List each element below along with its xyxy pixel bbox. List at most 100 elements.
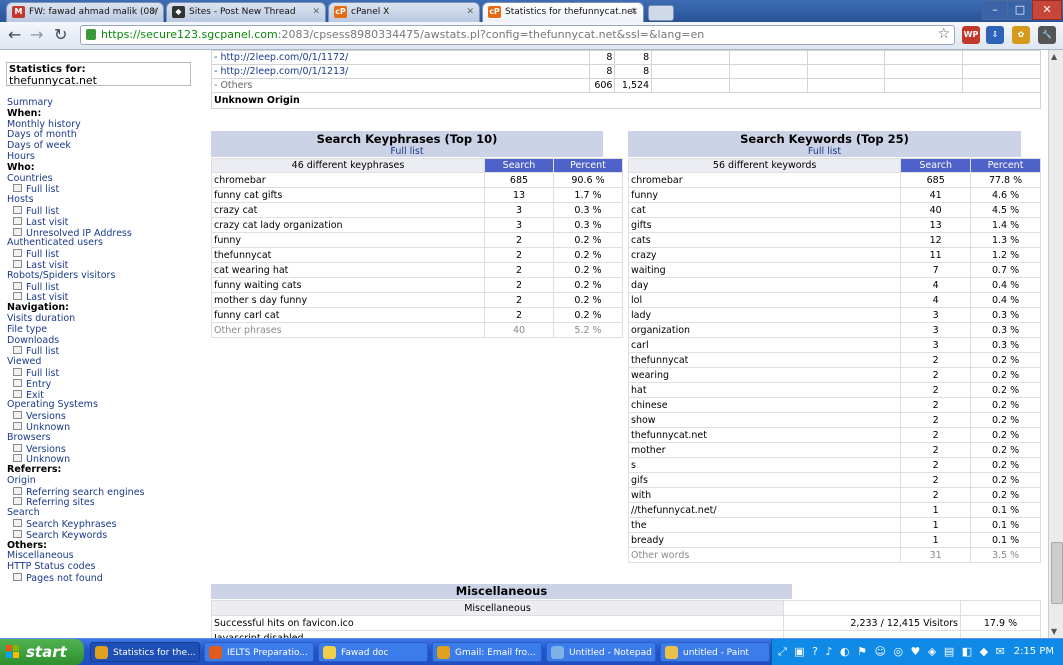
col-search: Search xyxy=(484,158,554,173)
sidebar-item-http-status-codes[interactable]: HTTP Status codes xyxy=(7,561,207,573)
start-button[interactable]: start xyxy=(0,639,84,665)
referrer-url[interactable]: - http://2leep.com/0/1/1172/ xyxy=(211,50,590,65)
referrers-table: - http://2leep.com/0/1/1172/8 8- http://2… xyxy=(211,50,1041,109)
maximize-button[interactable]: □ xyxy=(1007,0,1033,20)
sidebar-item-pages-not-found[interactable]: Pages not found xyxy=(7,573,207,584)
sidebar-item-full-list[interactable]: Full list xyxy=(7,367,207,379)
table-row: Unknown Origin xyxy=(211,92,1041,109)
page-scrollbar[interactable]: ▲ ▼ xyxy=(1048,50,1063,638)
taskbar-task[interactable]: Gmail: Email fro... xyxy=(432,642,542,662)
term-cell: crazy xyxy=(627,247,902,263)
keywords-table: 56 different keywords Search Percent chrome… xyxy=(627,158,1041,563)
sidebar-item-entry[interactable]: Entry xyxy=(7,378,207,390)
url-host: https://secure123.sgcpanel.com xyxy=(101,28,278,41)
table-row: chromebar 685 90.6 % xyxy=(211,172,623,188)
tab-sites[interactable]: ◆ Sites - Post New Thread ✕ xyxy=(166,2,326,22)
sidebar-item-viewed[interactable]: Viewed xyxy=(7,356,207,368)
search-count-cell: 13 xyxy=(484,187,554,203)
taskbar-task[interactable]: Fawad doc xyxy=(318,642,428,662)
sidebar-item-countries[interactable]: Countries xyxy=(7,173,207,185)
sidebar-item-downloads[interactable]: Downloads xyxy=(7,335,207,347)
sidebar-item-operating-systems[interactable]: Operating Systems xyxy=(7,399,207,411)
list-icon xyxy=(13,421,22,430)
flower-extension-icon[interactable]: ✿ xyxy=(1012,26,1030,44)
sidebar-item-search-keyphrases[interactable]: Search Keyphrases xyxy=(7,519,207,530)
app-icon xyxy=(95,646,108,659)
download-extension-icon[interactable]: ⇩ xyxy=(986,26,1004,44)
scroll-thumb[interactable] xyxy=(1051,542,1063,604)
sidebar-item-origin[interactable]: Origin xyxy=(7,475,207,487)
term-cell: thefunnycat xyxy=(211,247,485,263)
sidebar-item-full-list[interactable]: Full list xyxy=(7,184,207,195)
table-row: - http://2leep.com/0/1/1213/8 8 xyxy=(211,64,1041,79)
empty-cell xyxy=(962,78,1041,93)
reload-icon[interactable]: ↻ xyxy=(54,26,67,44)
sidebar-item-hosts[interactable]: Hosts xyxy=(7,194,207,206)
sidebar-item-label: Full list xyxy=(26,367,60,379)
sites-icon: ◆ xyxy=(172,6,185,18)
app-icon xyxy=(551,646,564,659)
app-icon xyxy=(437,646,450,659)
close-window-button[interactable]: ✕ xyxy=(1032,0,1062,20)
wp-extension-icon[interactable]: WP xyxy=(962,26,980,44)
keywords-full-list-link[interactable]: Full list xyxy=(628,147,1021,157)
bookmark-star-icon[interactable]: ☆ xyxy=(937,26,950,42)
close-icon[interactable]: ✕ xyxy=(630,3,638,21)
task-label: Statistics for the... xyxy=(113,648,196,658)
sidebar-item-full-list[interactable]: Full list xyxy=(7,205,207,217)
sidebar-item-robots-spiders-visitors[interactable]: Robots/Spiders visitors xyxy=(7,270,207,282)
sidebar-item-browsers[interactable]: Browsers xyxy=(7,432,207,444)
sidebar-item-search[interactable]: Search xyxy=(7,507,207,519)
empty-cell xyxy=(783,600,961,616)
close-icon[interactable]: ✕ xyxy=(312,3,320,21)
tab-gmail[interactable]: M FW: fawad ahmad malik (08/ ✕ xyxy=(6,2,164,22)
misc-percent xyxy=(960,630,1041,638)
scroll-up-arrow-icon[interactable]: ▲ xyxy=(1051,52,1057,61)
list-icon xyxy=(13,249,22,258)
sidebar-item-versions[interactable]: Versions xyxy=(7,411,207,422)
new-tab-button[interactable] xyxy=(648,5,674,21)
scroll-down-arrow-icon[interactable]: ▼ xyxy=(1051,627,1057,636)
wrench-icon[interactable]: 🔧 xyxy=(1038,26,1056,44)
taskbar-task[interactable]: Untitled - Notepad xyxy=(546,642,656,662)
tray-icons[interactable]: ⤢ ▣ ? ♪ ◐ ⚑ ☺ ◎ ♥ ◈ ▤ ◧ ◆ ✉ xyxy=(778,645,1007,659)
misc-subheader-row: Miscellaneous xyxy=(211,600,1041,616)
sidebar-item-full-list[interactable]: Full list xyxy=(7,249,207,260)
list-icon xyxy=(13,292,22,301)
sidebar-item-full-list[interactable]: Full list xyxy=(7,281,207,292)
search-count-cell: 13 xyxy=(900,217,972,233)
term-cell: cat xyxy=(627,202,902,218)
sidebar-item-days-of-week[interactable]: Days of week xyxy=(7,140,207,152)
empty-cell xyxy=(962,64,1041,79)
close-icon[interactable]: ✕ xyxy=(466,3,474,21)
close-icon[interactable]: ✕ xyxy=(150,3,158,21)
start-label: start xyxy=(26,643,67,661)
percent-cell: 0.2 % xyxy=(970,397,1041,413)
tab-cpanel[interactable]: cP cPanel X ✕ xyxy=(328,2,480,22)
forward-arrow-icon[interactable]: → xyxy=(30,26,43,44)
referrer-pages: 8 xyxy=(588,64,616,79)
taskbar-task[interactable]: Statistics for the... xyxy=(90,642,200,662)
sidebar-item-referring-search-engines[interactable]: Referring search engines xyxy=(7,486,207,498)
address-bar[interactable]: https://secure123.sgcpanel.com:2083/cpse… xyxy=(80,25,955,45)
keyphrases-full-list-link[interactable]: Full list xyxy=(211,147,603,157)
empty-cell xyxy=(884,64,964,79)
empty-cell xyxy=(728,64,808,79)
tab-statistics[interactable]: cP Statistics for thefunnycat.net ✕ xyxy=(482,2,644,22)
minimize-button[interactable]: – xyxy=(982,0,1008,20)
count-label: 56 different keywords xyxy=(627,158,902,173)
taskbar-task[interactable]: untitled - Paint xyxy=(660,642,770,662)
list-icon xyxy=(13,486,22,495)
sidebar-item-authenticated-users[interactable]: Authenticated users xyxy=(7,237,207,249)
referrer-url[interactable]: - http://2leep.com/0/1/1213/ xyxy=(211,64,590,79)
search-count-cell: 12 xyxy=(900,232,972,248)
taskbar-task[interactable]: IELTS Preparatio... xyxy=(204,642,314,662)
sidebar-item-last-visit[interactable]: Last visit xyxy=(7,216,207,228)
sidebar-item-label: Full list xyxy=(26,249,60,261)
sidebar-item-hours[interactable]: Hours xyxy=(7,151,207,163)
sidebar-item-versions[interactable]: Versions xyxy=(7,443,207,454)
back-arrow-icon[interactable]: ← xyxy=(8,26,21,44)
percent-cell: 77.8 % xyxy=(970,172,1041,188)
table-row: Successful hits on favicon.ico 2,233 / 12… xyxy=(211,615,1041,631)
percent-cell: 0.3 % xyxy=(970,337,1041,353)
